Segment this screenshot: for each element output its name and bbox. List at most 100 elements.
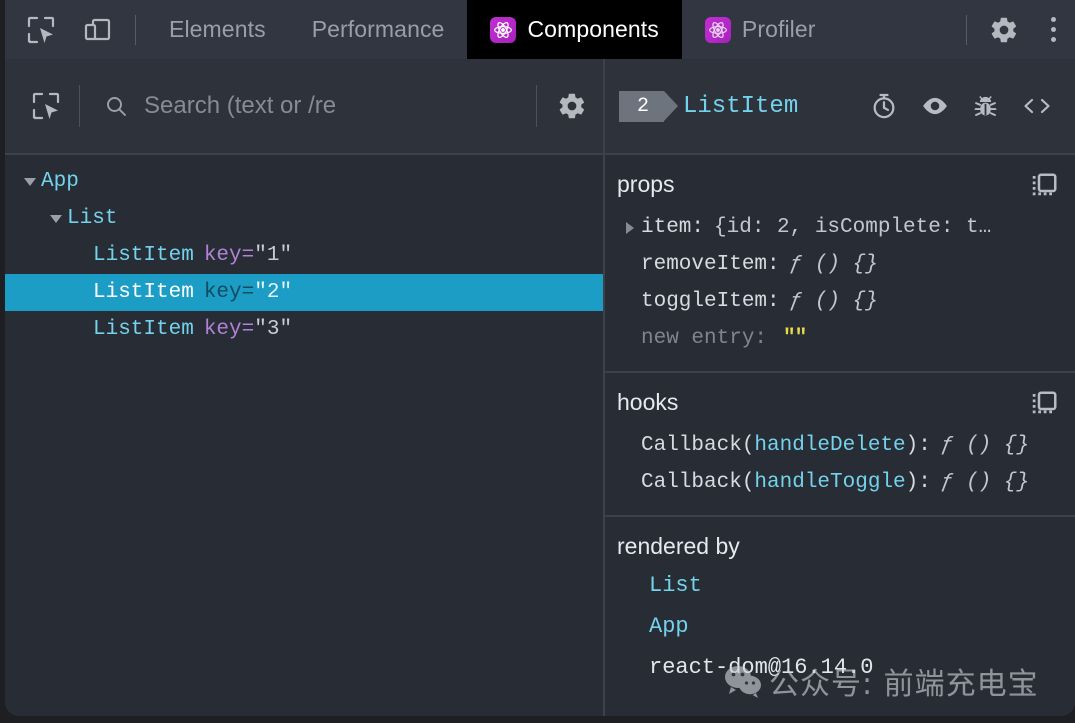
hooks-rows: Callback( handleDelete ): ƒ () {} Callba… <box>605 427 1075 501</box>
prop-value: {id: 2, isComplete: t… <box>714 216 991 239</box>
search-divider <box>79 85 80 127</box>
eye-icon[interactable] <box>920 91 950 121</box>
devtools-window: Elements Performance Components <box>0 0 1075 723</box>
inspector-header: 2 ListItem <box>605 59 1075 155</box>
search-icon <box>104 94 128 118</box>
prop-value: ƒ () {} <box>790 253 878 276</box>
prop-value: "" <box>783 327 806 350</box>
kebab-menu-icon[interactable] <box>1031 17 1075 42</box>
owner-label: App <box>649 614 689 639</box>
tree-item-label: App <box>41 170 79 193</box>
tab-elements[interactable]: Elements <box>146 0 289 59</box>
prop-row-removeitem[interactable]: removeItem: ƒ () {} <box>605 246 1075 283</box>
copy-icon[interactable] <box>1029 389 1059 419</box>
tab-performance[interactable]: Performance <box>289 0 468 59</box>
tab-profiler[interactable]: Profiler <box>682 0 839 59</box>
hook-value: ƒ () {} <box>941 471 1029 494</box>
copy-icon[interactable] <box>1029 171 1059 201</box>
prop-value: ƒ () {} <box>790 290 878 313</box>
hooks-section-header: hooks <box>605 389 1075 419</box>
prop-row-new-entry[interactable]: new entry: "" <box>605 320 1075 357</box>
hook-row-handledelete[interactable]: Callback( handleDelete ): ƒ () {} <box>605 427 1075 464</box>
hook-suffix: ): <box>906 434 931 457</box>
tree-row-list[interactable]: List <box>5 200 603 237</box>
owner-row-list[interactable]: List <box>605 565 1075 606</box>
kebab-dot <box>1051 27 1056 32</box>
chevron-right-icon[interactable] <box>619 222 641 234</box>
hook-value: ƒ () {} <box>941 434 1029 457</box>
prop-row-toggleitem[interactable]: toggleItem: ƒ () {} <box>605 283 1075 320</box>
tab-components[interactable]: Components <box>467 0 681 59</box>
status-badge: 2 <box>619 91 664 122</box>
gear-icon[interactable] <box>977 15 1031 45</box>
tree-item-key-label: key= <box>204 281 254 304</box>
component-tree: App List ListItem key= "1" ListItem key= <box>5 155 603 716</box>
owners-list: List App react-dom@16.14.0 <box>605 565 1075 688</box>
hook-name: handleToggle <box>754 471 905 494</box>
tabbar-right-actions <box>956 0 1075 59</box>
search-field-wrapper <box>84 91 532 121</box>
hooks-section: hooks <box>605 373 1075 517</box>
react-logo-icon <box>705 17 731 43</box>
kebab-dot <box>1051 37 1056 42</box>
tree-row-listitem-1[interactable]: ListItem key= "1" <box>5 237 603 274</box>
props-section-header: props <box>605 171 1075 201</box>
hook-prefix: Callback( <box>641 471 754 494</box>
props-rows: item: {id: 2, isComplete: t… removeItem:… <box>605 209 1075 357</box>
props-section: props <box>605 155 1075 373</box>
owner-label: react-dom@16.14.0 <box>649 655 873 680</box>
bug-icon[interactable] <box>972 93 999 120</box>
devtools-tabbar: Elements Performance Components <box>5 0 1075 59</box>
code-icon[interactable] <box>1021 92 1053 120</box>
hook-suffix: ): <box>906 471 931 494</box>
inspector-pane: 2 ListItem <box>605 59 1075 716</box>
gear-icon[interactable] <box>541 91 603 121</box>
tree-item-label: ListItem <box>93 244 194 267</box>
chevron-down-icon[interactable] <box>45 215 67 223</box>
device-toolbar-icon[interactable] <box>69 0 125 59</box>
tab-label: Elements <box>169 16 266 43</box>
inspector-sections: props <box>605 155 1075 716</box>
tree-item-key-value: "1" <box>254 244 292 267</box>
inspect-component-icon[interactable] <box>17 91 75 121</box>
tree-row-listitem-2[interactable]: ListItem key= "2" <box>5 274 603 311</box>
inspected-component-name: ListItem <box>683 93 798 120</box>
search-input[interactable] <box>142 91 532 121</box>
tree-row-listitem-3[interactable]: ListItem key= "3" <box>5 311 603 348</box>
inspect-element-icon[interactable] <box>13 0 69 59</box>
components-tree-pane: App List ListItem key= "1" ListItem key= <box>5 59 605 716</box>
owner-row-app[interactable]: App <box>605 606 1075 647</box>
section-title: hooks <box>617 389 678 415</box>
tree-item-label: ListItem <box>93 318 194 341</box>
rendered-by-section: rendered by List App react-dom@16.14.0 <box>605 517 1075 716</box>
prop-name: new entry: <box>641 327 767 350</box>
toolbar-divider <box>135 15 136 45</box>
toolbar-divider <box>966 15 967 45</box>
devtools-panel: Elements Performance Components <box>5 0 1075 716</box>
tab-label: Performance <box>312 16 445 43</box>
tree-item-key-value: "2" <box>254 281 292 304</box>
devtools-body: App List ListItem key= "1" ListItem key= <box>5 59 1075 716</box>
search-toolbar <box>5 59 603 155</box>
owner-label: List <box>649 573 702 598</box>
prop-name: toggleItem: <box>641 290 780 313</box>
tab-label: Components <box>527 16 658 43</box>
prop-row-item[interactable]: item: {id: 2, isComplete: t… <box>605 209 1075 246</box>
prop-name: item: <box>641 216 704 239</box>
tree-item-key-label: key= <box>204 318 254 341</box>
hook-row-handletoggle[interactable]: Callback( handleToggle ): ƒ () {} <box>605 464 1075 501</box>
tree-item-label: ListItem <box>93 281 194 304</box>
tree-item-label: List <box>67 207 117 230</box>
hook-prefix: Callback( <box>641 434 754 457</box>
react-logo-icon <box>490 17 516 43</box>
tab-label: Profiler <box>742 16 816 43</box>
chevron-down-icon[interactable] <box>19 178 41 186</box>
tree-item-key-label: key= <box>204 244 254 267</box>
owner-row-react-dom: react-dom@16.14.0 <box>605 647 1075 688</box>
section-title: props <box>617 171 675 197</box>
rendered-by-header: rendered by <box>605 533 1075 559</box>
tree-row-app[interactable]: App <box>5 163 603 200</box>
prop-name: removeItem: <box>641 253 780 276</box>
tree-item-key-value: "3" <box>254 318 292 341</box>
stopwatch-icon[interactable] <box>870 92 898 120</box>
